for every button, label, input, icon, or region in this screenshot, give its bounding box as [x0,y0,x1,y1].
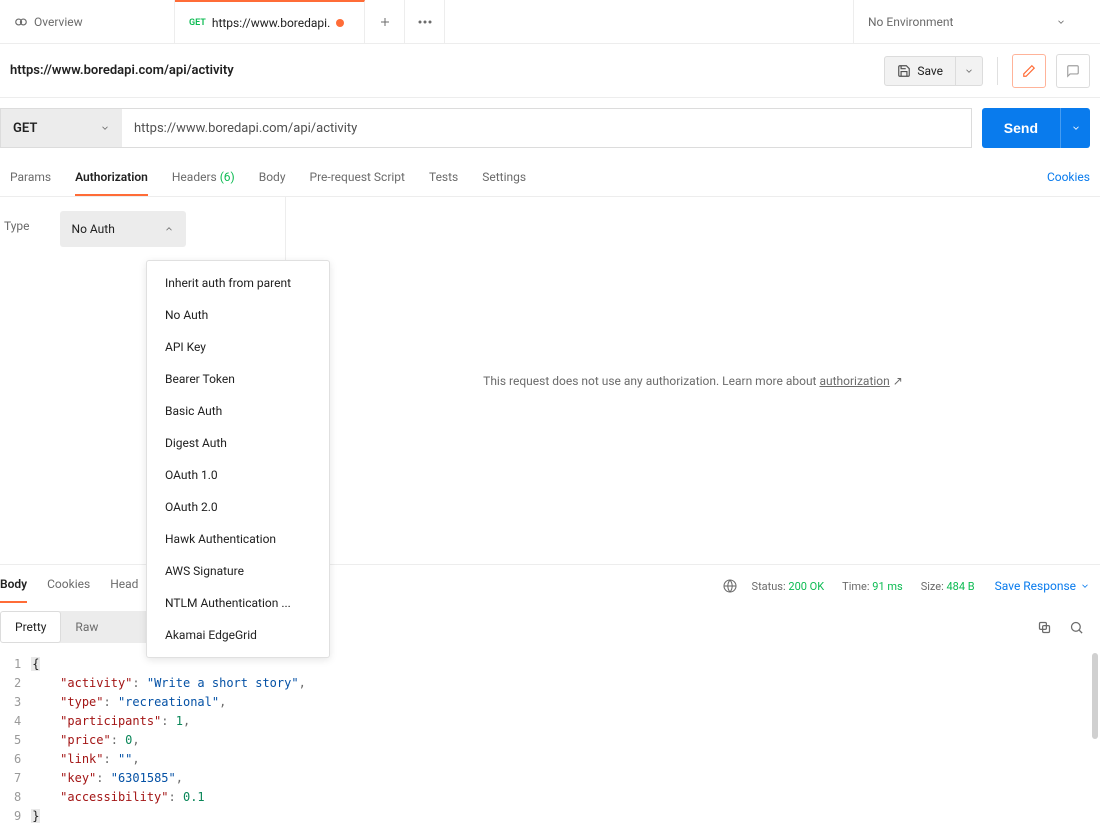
search-icon [1069,620,1084,635]
environment-value: No Environment [868,15,953,29]
tab-label: Overview [34,15,83,29]
auth-info: This request does not use any authorizat… [286,197,1100,564]
tab-authorization[interactable]: Authorization [75,162,148,196]
time-label: Time: [842,580,869,593]
tab-headers[interactable]: Headers (6) [172,162,235,196]
auth-option[interactable]: AWS Signature [147,555,329,587]
size-label: Size: [921,580,944,593]
tab-settings[interactable]: Settings [482,162,526,196]
headers-count: (6) [220,170,235,184]
comments-button[interactable] [1056,54,1090,88]
view-pretty[interactable]: Pretty [0,611,61,643]
save-button-group: Save [884,56,983,86]
send-dropdown-button[interactable] [1060,108,1090,148]
auth-option[interactable]: Basic Auth [147,395,329,427]
resp-tab-body[interactable]: Body [0,569,27,603]
auth-msg: This request does not use any authorizat… [483,374,819,388]
view-raw[interactable]: Raw [61,611,112,643]
tab-label: https://www.boredapi. [212,16,330,30]
tab-params[interactable]: Params [10,162,51,196]
auth-learn-link[interactable]: authorization [819,374,889,388]
copy-icon [1037,620,1052,635]
code-gutter: 123456789 [0,655,31,807]
scrollbar-thumb[interactable] [1092,653,1098,739]
save-response-label: Save Response [995,579,1076,593]
comment-icon [1066,64,1080,78]
tabs-bar: Overview GET https://www.boredapi. No En… [0,0,1100,44]
pencil-icon [1022,64,1036,78]
tabs-spacer [445,0,854,43]
auth-type-select[interactable]: No Auth [60,211,186,247]
divider [997,57,998,85]
external-icon: ↗ [893,374,903,388]
response-body[interactable]: 123456789 { "activity": "Write a short s… [0,651,1100,811]
title-row: https://www.boredapi.com/api/activity Sa… [0,44,1100,98]
tab-prerequest[interactable]: Pre-request Script [310,162,405,196]
auth-option[interactable]: Bearer Token [147,363,329,395]
auth-option[interactable]: NTLM Authentication ... [147,587,329,619]
new-tab-button[interactable] [365,0,405,43]
url-value: https://www.boredapi.com/api/activity [134,121,357,136]
resp-tab-cookies[interactable]: Cookies [47,569,90,603]
auth-option[interactable]: Akamai EdgeGrid [147,619,329,651]
auth-option[interactable]: No Auth [147,299,329,331]
url-row: GET https://www.boredapi.com/api/activit… [0,98,1100,158]
save-dropdown-button[interactable] [956,56,983,86]
save-label: Save [917,64,943,78]
size-value: 484 B [947,580,975,593]
request-tabs: Params Authorization Headers (6) Body Pr… [0,158,1100,197]
auth-option[interactable]: API Key [147,331,329,363]
status-label: Status: [752,580,786,593]
copy-response-button[interactable] [1028,611,1060,643]
search-response-button[interactable] [1060,611,1092,643]
overview-icon [14,15,28,29]
tab-tests[interactable]: Tests [429,162,458,196]
environment-quicklook-button[interactable] [1080,0,1100,43]
auth-type-dropdown: Inherit auth from parentNo AuthAPI KeyBe… [146,260,330,658]
request-title: https://www.boredapi.com/api/activity [10,63,884,78]
auth-type-value: No Auth [72,222,115,236]
save-response-button[interactable]: Save Response [995,579,1090,593]
time-value: 91 ms [872,580,902,593]
environment-select[interactable]: No Environment [854,0,1080,43]
auth-option[interactable]: OAuth 1.0 [147,459,329,491]
code-lines: { "activity": "Write a short story", "ty… [31,655,1100,807]
status-value: 200 OK [788,580,824,593]
auth-type-label: Type [4,219,30,554]
auth-option[interactable]: Digest Auth [147,427,329,459]
method-value: GET [13,121,37,136]
auth-option[interactable]: Hawk Authentication [147,523,329,555]
save-button[interactable]: Save [884,56,956,86]
resp-tab-headers[interactable]: Head [110,569,138,603]
network-icon [722,578,738,594]
url-input[interactable]: https://www.boredapi.com/api/activity [122,108,972,148]
tab-method-badge: GET [189,18,206,28]
tab-body[interactable]: Body [259,162,286,196]
send-button[interactable]: Send [982,108,1060,148]
method-select[interactable]: GET [0,108,122,148]
tab-overflow-button[interactable] [405,0,445,43]
tab-overview[interactable]: Overview [0,0,175,43]
auth-option[interactable]: OAuth 2.0 [147,491,329,523]
tab-request-active[interactable]: GET https://www.boredapi. [175,0,365,43]
save-icon [897,64,911,78]
edit-button[interactable] [1012,54,1046,88]
unsaved-dot-icon [336,19,344,27]
headers-label: Headers [172,170,217,184]
auth-option[interactable]: Inherit auth from parent [147,267,329,299]
cookies-link[interactable]: Cookies [1047,170,1090,188]
